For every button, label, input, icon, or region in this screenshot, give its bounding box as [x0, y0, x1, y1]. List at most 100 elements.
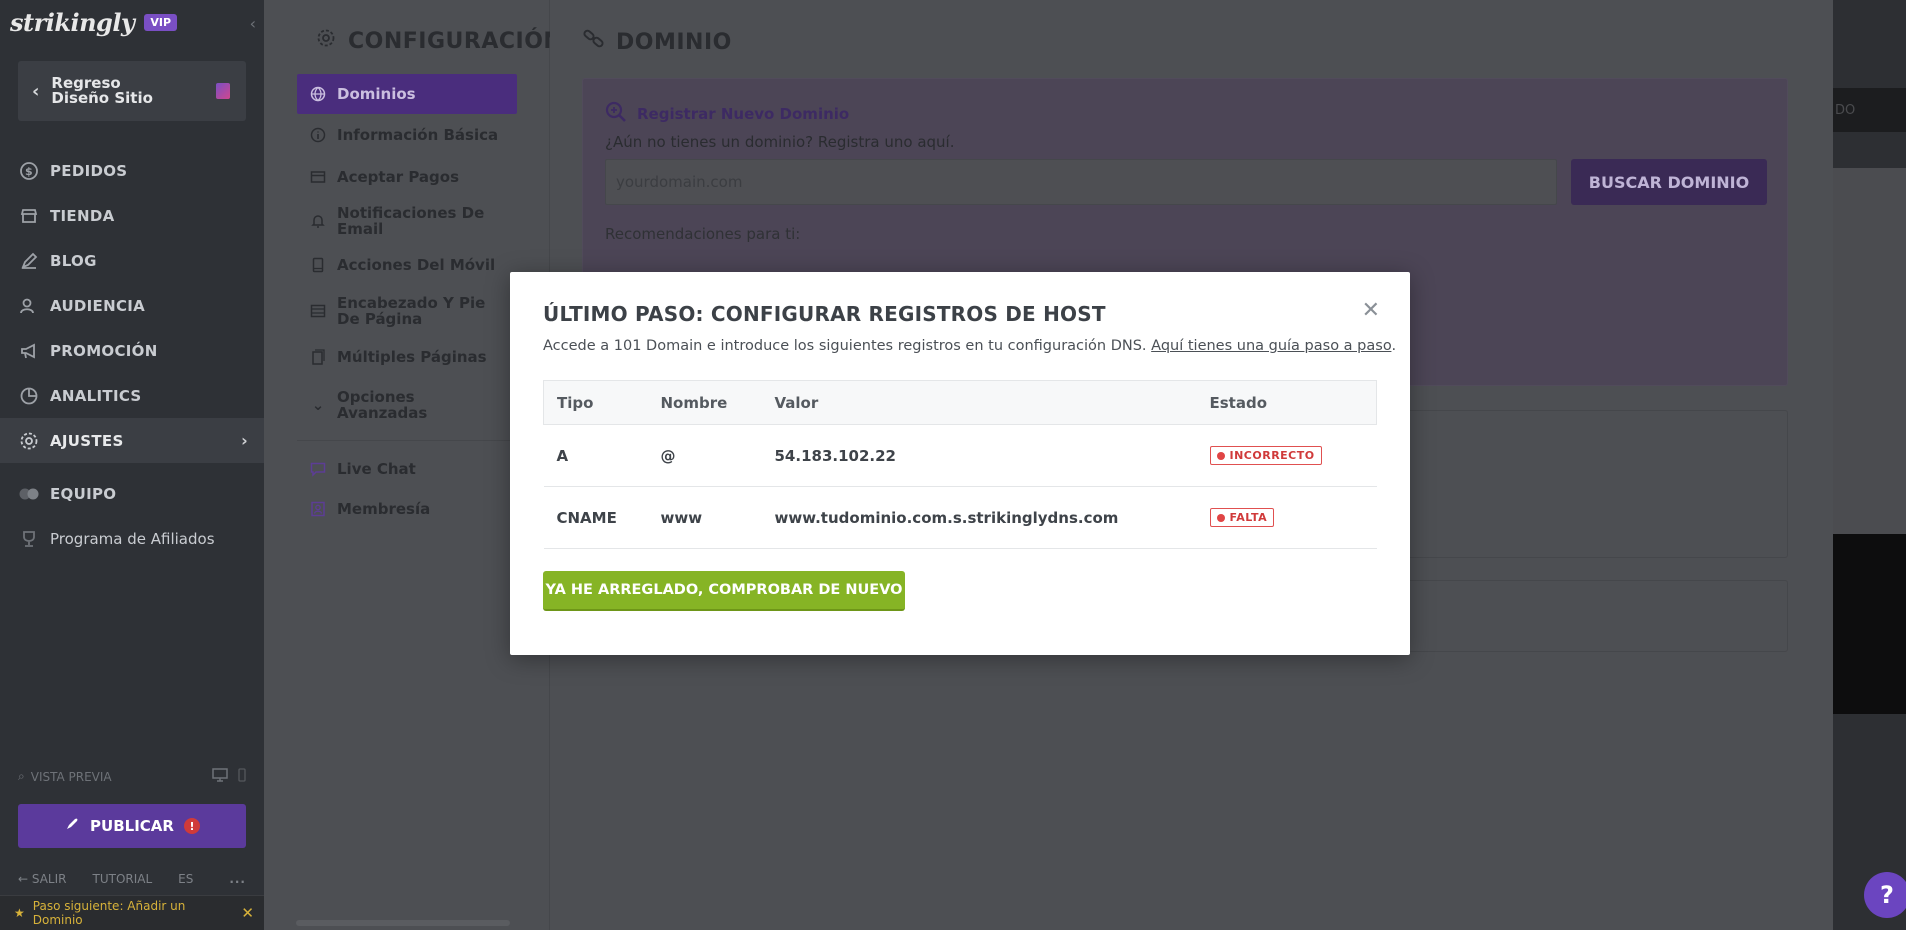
publish-button[interactable]: PUBLICAR !	[18, 804, 246, 848]
chevron-left-icon: ‹	[32, 80, 40, 102]
users-icon	[18, 295, 40, 317]
recommendations-label: Recomendaciones para ti:	[605, 225, 801, 243]
sidebar-item-pedidos[interactable]: $ PEDIDOS	[0, 148, 264, 193]
preview-label: VISTA PREVIA	[30, 769, 112, 784]
settings-item-label: Múltiples Páginas	[337, 348, 487, 366]
device-toggle	[212, 768, 246, 785]
rocket-icon	[64, 816, 80, 836]
sidebar-item-analitics[interactable]: ANALITICS	[0, 373, 264, 418]
settings-item-dominios[interactable]: Dominios	[297, 74, 517, 114]
sidebar-item-blog[interactable]: BLOG	[0, 238, 264, 283]
column-header: Tipo	[543, 380, 648, 425]
exit-link[interactable]: ← SALIR	[18, 872, 67, 886]
settings-title: CONFIGURACIÓN	[348, 28, 563, 54]
settings-item-label: Encabezado Y Pie De Página	[337, 294, 486, 328]
register-title-label: Registrar Nuevo Dominio	[637, 105, 850, 123]
settings-item-membresia[interactable]: Membresía	[297, 489, 517, 529]
tutorial-link[interactable]: TUTORIAL	[93, 872, 153, 886]
card-icon	[309, 168, 327, 186]
settings-item-label: Live Chat	[337, 460, 416, 478]
sidebar-item-ajustes[interactable]: AJUSTES ›	[0, 418, 264, 463]
language-selector[interactable]: ES	[178, 872, 193, 886]
megaphone-icon	[18, 340, 40, 362]
sidebar-item-promocion[interactable]: PROMOCIÓN	[0, 328, 264, 373]
column-header: Estado	[1196, 380, 1377, 425]
more-options-button[interactable]: ...	[229, 872, 246, 886]
chart-icon	[18, 385, 40, 407]
record-value: 54.183.102.22	[761, 424, 1197, 487]
publish-label: PUBLICAR	[90, 817, 174, 835]
status-dot	[1216, 451, 1225, 460]
settings-item-label: Dominios	[337, 85, 416, 103]
register-subtitle: ¿Aún no tienes un dominio? Registra uno …	[605, 133, 955, 151]
next-step-banner[interactable]: ★ Paso siguiente: Añadir un Dominio ✕	[0, 895, 264, 930]
settings-divider	[297, 440, 517, 441]
preview-section-dark	[1833, 534, 1906, 714]
mobile-icon[interactable]	[238, 768, 246, 785]
sidebar-item-equipo[interactable]: EQUIPO	[0, 471, 264, 516]
help-button[interactable]: ?	[1864, 872, 1906, 918]
close-icon[interactable]: ✕	[241, 906, 254, 921]
domain-search-input[interactable]: yourdomain.com	[605, 159, 1557, 205]
modal-description: Accede a 101 Domain e introduce los sigu…	[543, 338, 1396, 354]
horizontal-scrollbar[interactable]	[296, 920, 510, 926]
sidebar-item-label: AJUSTES	[50, 431, 124, 450]
close-icon[interactable]: ✕	[1362, 298, 1380, 323]
settings-item-live-chat[interactable]: Live Chat	[297, 449, 517, 489]
chat-icon	[309, 460, 327, 478]
search-icon: ⌕	[18, 769, 25, 783]
dns-records-table: Tipo Nombre Valor Estado A @ 54.183.102.…	[543, 380, 1377, 549]
sidebar-item-audiencia[interactable]: AUDIENCIA	[0, 283, 264, 328]
sidebar-item-afiliados[interactable]: Programa de Afiliados	[0, 516, 264, 561]
chevron-down-icon: ⌄	[311, 396, 325, 414]
check-again-button[interactable]: YA HE ARREGLADO, COMPROBAR DE NUEVO	[543, 571, 905, 611]
status-dot	[1216, 513, 1225, 522]
settings-item-label: Información Básica	[337, 126, 499, 144]
chevron-right-icon: ›	[241, 431, 248, 450]
domain-title: DOMINIO	[616, 29, 732, 55]
record-value: www.tudominio.com.s.strikinglydns.com	[761, 486, 1197, 549]
settings-header: CONFIGURACIÓN	[316, 28, 562, 54]
sidebar-item-label: AUDIENCIA	[50, 296, 146, 315]
bell-icon	[309, 212, 327, 230]
sidebar-item-tienda[interactable]: TIENDA	[0, 193, 264, 238]
column-header: Valor	[761, 380, 1197, 425]
settings-item-movil[interactable]: Acciones Del Móvil	[297, 244, 517, 286]
search-icon	[605, 101, 627, 127]
sidebar-item-label: Programa de Afiliados	[50, 529, 215, 548]
modal-description-text: Accede a 101 Domain e introduce los sigu…	[543, 338, 1152, 354]
status-badge: INCORRECTO	[1209, 446, 1322, 466]
settings-item-info-basica[interactable]: Información Básica	[297, 114, 517, 156]
nav-separator	[0, 463, 264, 471]
search-domain-button[interactable]: BUSCAR DOMINIO	[1571, 159, 1767, 205]
member-icon	[309, 500, 327, 518]
brand[interactable]: strikingly VIP	[10, 8, 178, 37]
exit-label: SALIR	[31, 872, 67, 886]
settings-nav: Dominios Información Básica Aceptar Pago…	[297, 74, 517, 529]
settings-item-label: Membresía	[337, 500, 431, 518]
desktop-icon[interactable]	[212, 768, 228, 785]
globe-icon	[309, 85, 327, 103]
settings-item-encabezado[interactable]: Encabezado Y Pie De Página	[297, 286, 517, 336]
settings-item-label: Aceptar Pagos	[337, 168, 460, 186]
settings-item-pagos[interactable]: Aceptar Pagos	[297, 156, 517, 198]
step-by-step-guide-link[interactable]: Aquí tienes una guía paso a paso	[1151, 338, 1391, 354]
next-step-text: Paso siguiente: Añadir un Dominio	[32, 899, 186, 927]
record-name: @	[647, 424, 762, 487]
sidebar-item-label: ANALITICS	[50, 386, 142, 405]
status-text: FALTA	[1229, 511, 1268, 525]
record-type: A	[543, 424, 648, 487]
back-button-label: Regreso Diseño Sitio	[51, 74, 153, 107]
back-to-site-design-button[interactable]: ‹ Regreso Diseño Sitio	[18, 61, 246, 121]
preview-button[interactable]: ⌕ VISTA PREVIA	[18, 769, 112, 784]
settings-item-paginas[interactable]: Múltiples Páginas	[297, 336, 517, 378]
settings-item-notificaciones[interactable]: Notificaciones De Email	[297, 198, 517, 244]
collapse-sidebar-icon[interactable]: ‹	[250, 14, 256, 33]
sidebar-item-label: PROMOCIÓN	[50, 341, 158, 360]
settings-item-label: Opciones Avanzadas	[337, 388, 428, 422]
domain-header: DOMINIO	[582, 28, 732, 56]
gear-icon	[18, 430, 40, 452]
pen-icon	[18, 250, 40, 272]
settings-item-avanzadas[interactable]: ⌄ Opciones Avanzadas	[297, 378, 517, 432]
gear-icon	[316, 28, 336, 54]
